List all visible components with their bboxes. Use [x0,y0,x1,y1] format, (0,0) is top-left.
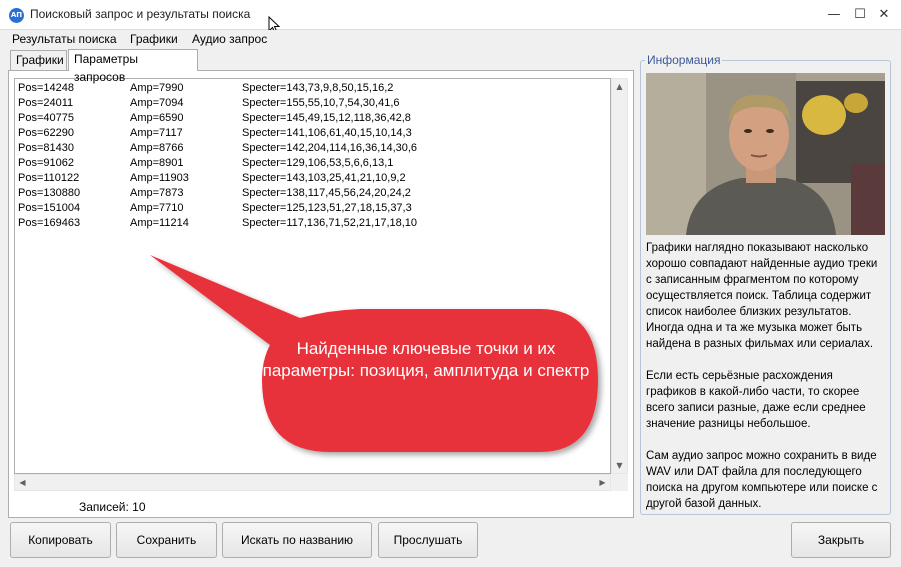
amp-value: Amp=7094 [130,97,184,109]
list-item[interactable]: Pos=24011 Amp=7094 Specter=155,55,10,7,54,… [18,96,608,111]
list-item[interactable]: Pos=40775 Amp=6590 Specter=145,49,15,12,11… [18,111,608,126]
app-icon: АП [9,8,24,23]
pos-value: Pos=130880 [18,187,81,199]
pos-value: Pos=14248 [18,82,74,94]
spectrum-value: Specter=143,103,25,41,21,10,9,2 [242,172,406,184]
listen-button[interactable]: Прослушать [378,522,478,558]
scroll-corner [611,474,628,491]
info-title: Информация [645,53,723,67]
list-item[interactable]: Pos=151004 Amp=7710 Specter=125,123,51,27,… [18,201,608,216]
spectrum-value: Specter=142,204,114,16,36,14,30,6 [242,142,418,154]
list-item[interactable]: Pos=169463 Amp=11214 Specter=117,136,71,52… [18,216,608,231]
list-item[interactable]: Pos=81430 Amp=8766 Specter=142,204,114,16,… [18,141,608,156]
amp-value: Amp=8766 [130,142,184,154]
spectrum-value: Specter=145,49,15,12,118,36,42,8 [242,112,411,124]
pos-value: Pos=169463 [18,217,81,229]
records-count: Записей: 10 [79,500,146,514]
maximize-button[interactable]: ☐ [849,4,871,26]
spectrum-value: Specter=141,106,61,40,15,10,14,3 [242,127,412,139]
tab-graphs[interactable]: Графики [10,50,67,70]
pos-value: Pos=91062 [18,157,74,169]
vertical-scrollbar[interactable]: ▲ ▼ [611,78,628,474]
menu-audio-query[interactable]: Аудио запрос [192,32,267,46]
amp-value: Amp=7990 [130,82,184,94]
amp-value: Amp=7117 [130,127,183,139]
list-item[interactable]: Pos=130880 Amp=7873 Specter=138,117,45,56,… [18,186,608,201]
amp-value: Amp=8901 [130,157,184,169]
info-description: Графики наглядно показывают насколько хо… [646,240,886,528]
callout-text: Найденные ключевые точки и их параметры:… [262,339,590,380]
spectrum-value: Specter=143,73,9,8,50,15,16,2 [242,82,394,94]
spectrum-value: Specter=129,106,53,5,6,6,13,1 [242,157,394,169]
amp-value: Amp=7710 [130,202,184,214]
scroll-down-icon[interactable]: ▼ [612,458,627,473]
pos-value: Pos=62290 [18,127,74,139]
pos-value: Pos=151004 [18,202,81,214]
results-list[interactable]: Pos=14248 Amp=7990 Specter=143,73,9,8,50,1… [14,78,611,474]
amp-value: Amp=11214 [130,217,189,229]
presenter-photo [646,73,885,235]
spectrum-value: Specter=155,55,10,7,54,30,41,6 [242,97,400,109]
pos-value: Pos=110122 [18,172,80,184]
spectrum-value: Specter=125,123,51,27,18,15,37,3 [242,202,412,214]
minimize-button[interactable]: — [823,4,845,26]
spectrum-value: Specter=117,136,71,52,21,17,18,10 [242,217,418,229]
close-button[interactable]: Закрыть [791,522,891,558]
menu-bar: Результаты поиска Графики Аудио запрос [0,30,901,48]
scroll-up-icon[interactable]: ▲ [612,79,627,94]
amp-value: Amp=7873 [130,187,184,199]
amp-value: Amp=6590 [130,112,184,124]
scroll-left-icon[interactable]: ◀ [15,475,30,490]
spectrum-value: Specter=138,117,45,56,24,20,24,2 [242,187,411,199]
save-button[interactable]: Сохранить [116,522,217,558]
amp-value: Amp=11903 [130,172,189,184]
info-paragraph: Сам аудио запрос можно сохранить в виде … [646,450,878,510]
pos-value: Pos=24011 [18,97,74,109]
scroll-right-icon[interactable]: ▶ [595,475,610,490]
close-window-button[interactable]: ✕ [873,4,895,26]
list-item[interactable]: Pos=91062 Amp=8901 Specter=129,106,53,5,6,… [18,156,608,171]
pos-value: Pos=81430 [18,142,74,154]
info-paragraph: Если есть серьёзные расхождения графиков… [646,370,866,430]
horizontal-scrollbar[interactable]: ◀ ▶ [14,474,611,491]
menu-graphs[interactable]: Графики [130,32,178,46]
tab-query-params[interactable]: Параметры запросов [68,49,198,84]
list-item[interactable]: Pos=110122 Amp=11903 Specter=143,103,25,41… [18,171,608,186]
pos-value: Pos=40775 [18,112,74,124]
copy-button[interactable]: Копировать [10,522,111,558]
search-by-name-button[interactable]: Искать по названию [222,522,372,558]
window-title: Поисковый запрос и результаты поиска [30,7,251,21]
title-bar: АП Поисковый запрос и результаты поиска … [0,0,901,30]
list-item[interactable]: Pos=62290 Amp=7117 Specter=141,106,61,40,1… [18,126,608,141]
menu-search-results[interactable]: Результаты поиска [12,32,117,46]
info-paragraph: Графики наглядно показывают насколько хо… [646,242,878,350]
